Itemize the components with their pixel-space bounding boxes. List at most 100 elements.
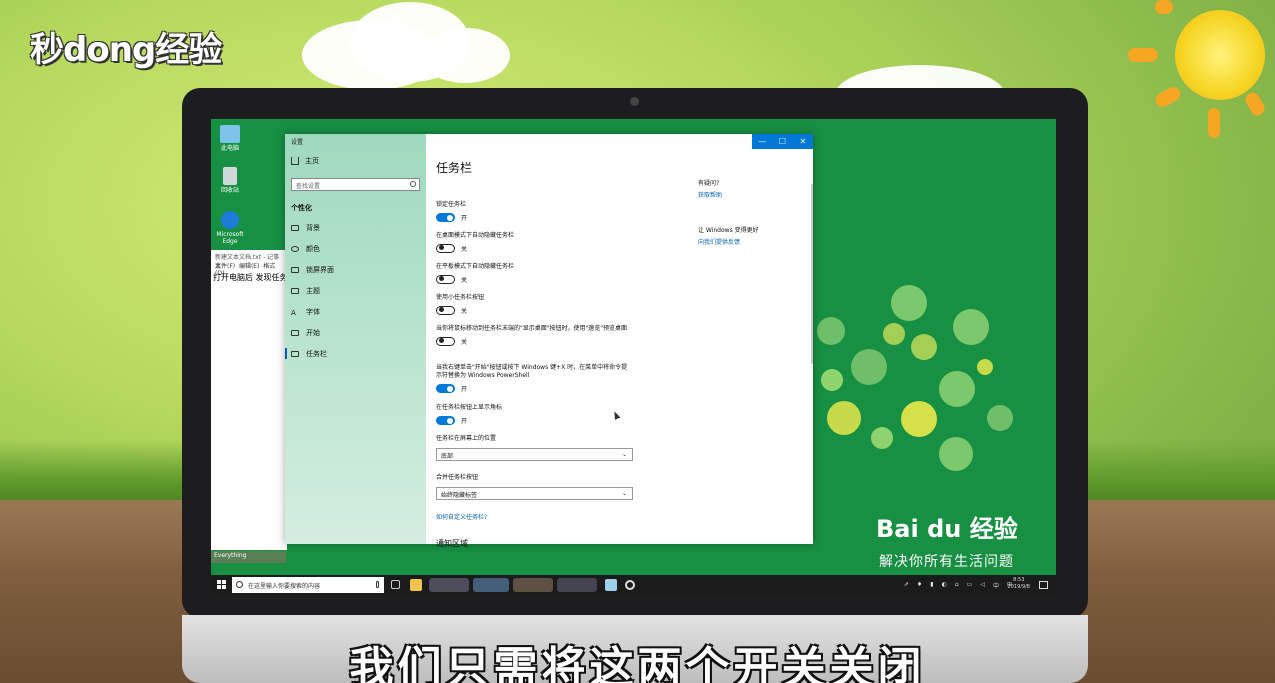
sun-ray (1208, 108, 1220, 138)
toggle-knob (438, 276, 444, 282)
sun-icon (1175, 10, 1265, 100)
sidebar-item-label: 主题 (306, 286, 320, 295)
toggle-row: 关 (436, 275, 646, 284)
baidu-slogan: 解决你所有生活问题 (879, 554, 1014, 570)
combine-dropdown[interactable]: 始终隐藏标签 ⌄ (436, 487, 633, 500)
setting-label: 当你将鼠标移动到任务栏末端的"显示桌面"按钮时，使用"速览"预览桌面 (436, 325, 628, 332)
toggle-state: 开 (461, 386, 468, 393)
small-buttons-toggle[interactable] (436, 306, 455, 315)
microphone-icon (376, 581, 379, 588)
notepad-text[interactable]: 打开电脑后 发现任务栏 (211, 270, 296, 285)
tray-icon[interactable]: ⇗ (904, 581, 909, 590)
taskbar-search-box[interactable]: 在这里输入你要搜索的内容 (232, 577, 384, 593)
task-view-icon[interactable] (391, 580, 400, 589)
toggle-state: 关 (461, 246, 468, 253)
palette-icon (291, 245, 299, 252)
sidebar-item-colors[interactable]: 颜色 (285, 238, 426, 259)
minimize-button[interactable]: — (752, 134, 772, 149)
dropdown-value: 始终隐藏标签 (441, 492, 478, 499)
powershell-toggle[interactable] (436, 384, 455, 393)
video-subtitle: 我们只需将这两个开关关闭 (349, 643, 926, 683)
position-dropdown[interactable]: 底部 ⌄ (436, 448, 633, 461)
maximize-button[interactable]: ☐ (772, 134, 792, 149)
windows-logo-tile (222, 585, 226, 589)
setting-label: 当我右键单击"开始"按钮或按下 Windows 键+X 时，在菜单中将命令提示符… (436, 364, 628, 379)
sidebar-item-lock-screen[interactable]: 锁屏界面 (285, 259, 426, 280)
windows-logo-tile (222, 580, 226, 584)
gear-icon[interactable] (625, 580, 635, 590)
tray-icon[interactable]: ▭ (967, 581, 973, 590)
taskbar-clock[interactable]: 8:53 2019/9/8 (1008, 577, 1030, 591)
home-icon (291, 157, 299, 165)
taskbar-app-blurred[interactable] (429, 578, 469, 592)
desktop-icon-label: Microsoft Edge (216, 231, 244, 245)
bulb-dot (817, 317, 845, 345)
input-method-indicator[interactable]: 中 (993, 581, 999, 590)
help-panel: 有疑问? 获取帮助 让 Windows 变得更好 向我们提供反馈 (698, 178, 808, 272)
feedback-link[interactable]: 向我们提供反馈 (698, 237, 808, 246)
camera-icon (630, 97, 639, 106)
taskbar-app-blurred[interactable] (473, 578, 509, 592)
desktop-icon-edge[interactable]: Microsoft Edge (213, 211, 247, 245)
desktop-icon-this-pc[interactable]: 此电脑 (213, 125, 247, 152)
bulb-dot (987, 405, 1013, 431)
window-title: 设置 (291, 139, 304, 146)
start-button[interactable] (217, 580, 226, 589)
bulb-dot (901, 401, 937, 437)
setting-label: 合并任务栏按钮 (436, 474, 479, 481)
bulb-dot (821, 369, 843, 391)
peek-toggle[interactable] (436, 337, 455, 346)
chevron-down-icon: ⌄ (621, 451, 627, 458)
clock-time: 8:53 (1013, 577, 1025, 583)
settings-search-input[interactable]: 查找设置 (291, 178, 420, 191)
sidebar-item-themes[interactable]: 主题 (285, 280, 426, 301)
toggle-state: 关 (461, 308, 468, 315)
search-placeholder: 查找设置 (296, 183, 321, 190)
sidebar-item-fonts[interactable]: A 字体 (285, 301, 426, 322)
lock-screen-icon (291, 266, 299, 273)
menu-edit[interactable]: 编辑(E) (239, 263, 259, 270)
close-button[interactable]: ✕ (793, 134, 813, 149)
lock-taskbar-toggle[interactable] (436, 213, 455, 222)
sidebar-item-home[interactable]: 主页 (285, 148, 426, 172)
badges-toggle[interactable] (436, 416, 455, 425)
toggle-knob (438, 245, 444, 251)
notepad-icon[interactable] (605, 579, 617, 591)
sidebar-item-background[interactable]: 背景 (285, 217, 426, 238)
bulb-dot (883, 323, 905, 345)
tray-icon[interactable]: ◐ (942, 581, 947, 590)
bulb-dot (939, 371, 975, 407)
taskbar-app-blurred[interactable] (513, 578, 553, 592)
toggle-knob (447, 417, 453, 424)
toggle-knob (438, 307, 444, 313)
tray-icon[interactable]: ▮ (930, 581, 933, 590)
file-explorer-icon[interactable] (410, 579, 422, 591)
volume-icon[interactable]: ◁ (980, 581, 985, 590)
action-center-icon[interactable] (1039, 581, 1048, 589)
sidebar-item-start[interactable]: 开始 (285, 322, 426, 343)
desktop-icon-recycle-bin[interactable]: 回收站 (213, 167, 247, 194)
bulb-dot (871, 427, 893, 449)
sidebar-item-label: 任务栏 (306, 349, 327, 358)
notepad-window[interactable]: 新建文本文档.txt - 记事本 文件(F) 编辑(E) 格式(O) 打开电脑后… (211, 250, 296, 550)
everything-label: Everything (211, 551, 286, 563)
desktop-icon-label: 此电脑 (220, 145, 239, 152)
bulb-dot (891, 285, 927, 321)
windows-logo-tile (217, 580, 221, 584)
setting-powershell: 当我右键单击"开始"按钮或按下 Windows 键+X 时，在菜单中将命令提示符… (436, 364, 631, 393)
get-help-link[interactable]: 获取帮助 (698, 190, 808, 199)
autohide-desktop-toggle[interactable] (436, 244, 455, 253)
tray-icon[interactable]: ⌂ (955, 581, 959, 590)
customize-taskbar-link[interactable]: 如何自定义任务栏? (436, 512, 487, 521)
tray-icon[interactable]: ♦ (917, 581, 922, 590)
sidebar-item-taskbar[interactable]: 任务栏 (285, 343, 426, 364)
setting-label: 在桌面模式下自动隐藏任务栏 (436, 232, 515, 239)
autohide-tablet-toggle[interactable] (436, 275, 455, 284)
sidebar-item-label: 背景 (306, 223, 320, 232)
scrollbar[interactable] (811, 184, 813, 364)
taskbar-app-blurred[interactable] (557, 578, 597, 592)
dropdown-value: 底部 (441, 453, 454, 460)
baidu-logo: Bai du 经验 (876, 515, 1018, 543)
menu-file[interactable]: 文件(F) (215, 263, 235, 270)
sun-ray (1128, 48, 1158, 62)
